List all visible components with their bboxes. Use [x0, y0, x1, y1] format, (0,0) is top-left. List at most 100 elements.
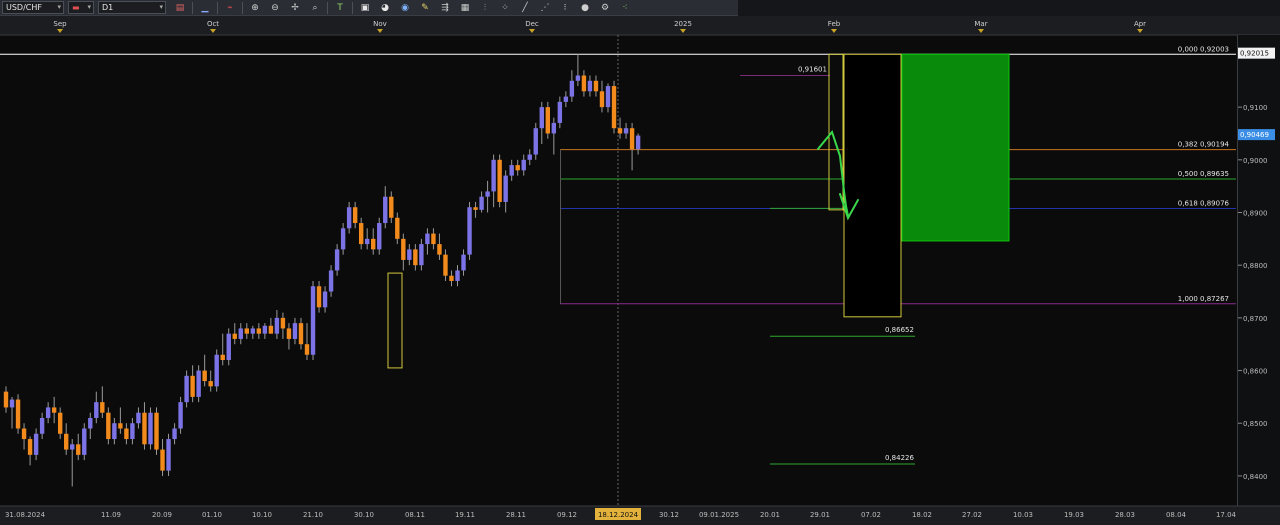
chart-toolbar: USD/CHF ▾ ▬ ▾ D1 ▾ ▤ ▁ ⌁ ⊕ ⊖ ✢ ⌕ T ▣ ◕ ◉ ✎ …: [0, 0, 738, 16]
candle-body: [82, 428, 87, 455]
candle-body: [497, 159, 502, 202]
text-icon[interactable]: T: [333, 2, 347, 14]
object-list-icon[interactable]: ⁝: [558, 2, 572, 14]
chart-background: [0, 16, 1280, 525]
line-tool-icon[interactable]: ╱: [518, 2, 532, 14]
top-price-badge-label: 0,92015: [1240, 50, 1269, 58]
candle-body: [184, 375, 189, 403]
price-tick-label: 0,8400: [1243, 473, 1268, 481]
bar-chart-icon[interactable]: ▁: [198, 2, 212, 14]
candle-body: [298, 323, 304, 345]
fib-level-label: 0,000 0,92003: [1178, 45, 1229, 53]
candle-body: [587, 80, 593, 92]
candle-body: [304, 344, 310, 355]
candle-body: [94, 402, 99, 418]
candle-body: [256, 328, 262, 334]
target-box: [901, 53, 1010, 242]
candle-body: [509, 165, 514, 176]
price-chart[interactable]: Sep Oct Nov Dec 2025 Feb Mar Apr 0,8400 0,8500 0,8…: [0, 16, 1280, 525]
candle-body: [358, 223, 364, 245]
zoom-out-icon[interactable]: ⊖: [268, 2, 282, 14]
date-label: 28.03: [1115, 511, 1135, 519]
month-label: 2025: [674, 20, 692, 28]
date-label: 18.02: [912, 511, 932, 519]
more-icon[interactable]: ⁖: [618, 2, 632, 14]
date-label: 20.09: [152, 511, 172, 519]
pencil-icon[interactable]: ✎: [418, 2, 432, 14]
candle-body: [208, 381, 213, 387]
zoom-in-icon[interactable]: ⊕: [248, 2, 262, 14]
candle-body: [605, 86, 611, 108]
candle-body: [479, 196, 484, 210]
fib-level-label: 0,500 0,89635: [1178, 170, 1229, 178]
candle-body: [268, 325, 274, 334]
date-label: 30.12: [659, 511, 679, 519]
candle-body: [581, 75, 587, 92]
crosshair-icon[interactable]: ✢: [288, 2, 302, 14]
toolbar-empty-area: [738, 0, 1280, 16]
chart-style-select[interactable]: ▬ ▾: [68, 1, 94, 14]
date-label: 07.02: [861, 511, 881, 519]
candle-body: [623, 128, 629, 134]
shapes-icon[interactable]: ⁘: [498, 2, 512, 14]
candle-body: [274, 317, 280, 334]
chart-type-icon[interactable]: ▤: [173, 2, 187, 14]
candle-body: [419, 244, 424, 266]
candle-body: [160, 449, 165, 471]
symbol-select-value: USD/CHF: [6, 3, 42, 12]
candle-body: [383, 196, 388, 224]
highlighted-date-label: 18.12.2024: [598, 511, 639, 519]
candle-body: [515, 165, 520, 171]
palette-icon[interactable]: ◕: [378, 2, 392, 14]
toolbar-divider: [327, 1, 328, 14]
line-chart-icon[interactable]: ⌁: [223, 2, 237, 14]
candle-body: [491, 159, 496, 192]
candle-body: [635, 135, 641, 150]
chart-style-icon: ▬: [72, 3, 80, 12]
candle-body: [154, 412, 159, 450]
candle-body: [503, 175, 508, 202]
candle-body: [172, 428, 177, 440]
search-icon[interactable]: ⌕: [308, 2, 322, 14]
candle-body: [232, 333, 237, 339]
candle-body: [407, 249, 412, 260]
candle-body: [76, 444, 81, 455]
circle-icon[interactable]: ●: [578, 2, 592, 14]
symbol-select[interactable]: USD/CHF ▾: [2, 1, 64, 14]
candle-body: [51, 407, 57, 413]
settings-icon[interactable]: ⚙: [598, 2, 612, 14]
cursor-icon[interactable]: ⋰: [538, 2, 552, 14]
candle-body: [527, 154, 532, 160]
candle-body: [70, 444, 75, 450]
arrows-icon[interactable]: ⇶: [438, 2, 452, 14]
month-label: Feb: [828, 20, 841, 28]
candle-body: [118, 423, 123, 429]
candle-body: [64, 433, 69, 450]
fib-icon[interactable]: ⫶: [478, 2, 492, 14]
candle-body: [9, 399, 15, 408]
candle-body: [340, 228, 346, 250]
candle-body: [214, 354, 219, 387]
candle-body: [88, 417, 93, 429]
candle-body: [238, 328, 243, 339]
fib-level-label: 0,382 0,90194: [1178, 141, 1230, 149]
note-icon[interactable]: ▣: [358, 2, 372, 14]
date-label: 09.01.2025: [699, 511, 739, 519]
globe-icon[interactable]: ◉: [398, 2, 412, 14]
candle-body: [33, 433, 39, 455]
candle-body: [401, 238, 406, 260]
month-label: Apr: [1134, 20, 1146, 28]
candle-body: [196, 370, 201, 397]
candle-body: [57, 412, 63, 434]
price-tick-label: 0,9000: [1243, 157, 1268, 165]
timeframe-select[interactable]: D1 ▾: [98, 1, 166, 14]
candle-body: [178, 402, 183, 429]
toolbar-divider: [242, 1, 243, 14]
candle-body: [593, 80, 599, 92]
grid-icon[interactable]: ▦: [458, 2, 472, 14]
candle-body: [431, 233, 436, 245]
candle-body: [202, 370, 207, 382]
price-tick-label: 0,8900: [1243, 209, 1268, 217]
candle-body: [292, 323, 298, 339]
candle-body: [352, 207, 358, 224]
